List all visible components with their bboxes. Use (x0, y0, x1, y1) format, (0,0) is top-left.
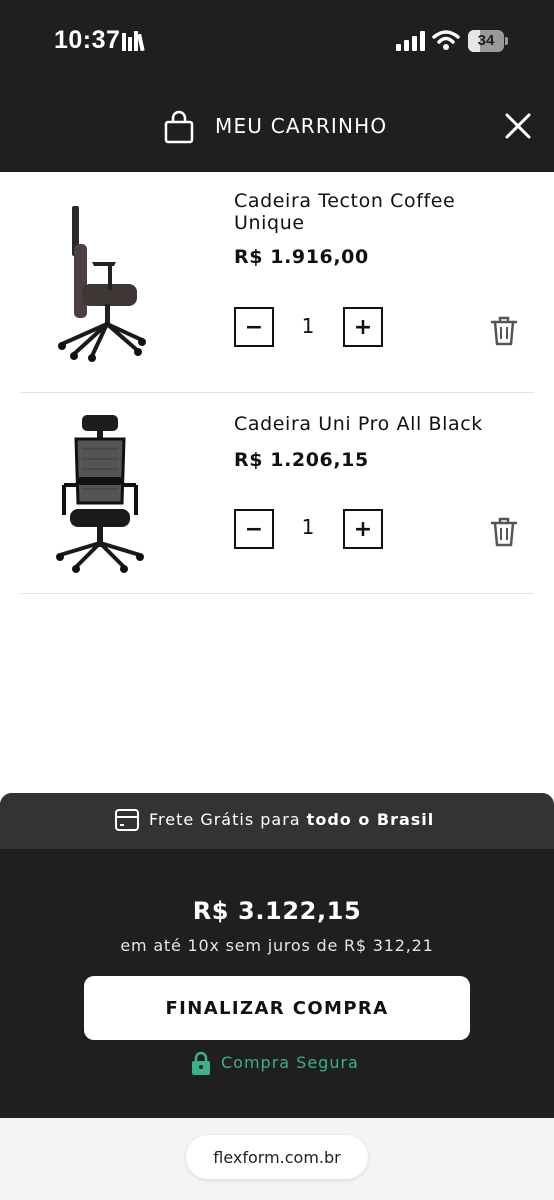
box-icon (114, 808, 140, 836)
battery-cap (505, 37, 508, 45)
address-bar[interactable]: flexform.com.br (186, 1135, 368, 1179)
close-icon (505, 113, 531, 139)
shipping-prefix: Frete Grátis para (149, 810, 301, 829)
library-icon (122, 31, 148, 55)
product-image-tecton-chair[interactable] (52, 204, 148, 368)
shipping-highlight: todo o Brasil (306, 810, 435, 829)
cart-title: MEU CARRINHO (215, 114, 388, 138)
trash-icon (490, 316, 518, 346)
product-image-uni-pro-chair[interactable] (52, 413, 148, 577)
status-bar: 10:37 34 (0, 0, 554, 84)
battery-level: 34 (477, 32, 495, 49)
remove-item-button[interactable] (490, 316, 518, 350)
status-time: 10:37 (54, 26, 121, 54)
installments-text: em até 10x sem juros de R$ 312,21 (120, 936, 434, 955)
browser-bar: flexform.com.br (0, 1118, 554, 1200)
quantity-value: 1 (301, 515, 315, 539)
wifi-icon (432, 29, 460, 55)
shipping-text: Frete Grátis para todo o Brasil (149, 810, 434, 829)
product-price: R$ 1.206,15 (234, 449, 369, 471)
remove-item-button[interactable] (490, 517, 518, 551)
cart-item: Cadeira Uni Pro All Black R$ 1.206,15 − … (20, 393, 534, 594)
secure-purchase: Compra Segura (0, 1050, 554, 1076)
lock-icon (190, 1051, 212, 1079)
increase-quantity-button[interactable]: + (343, 509, 383, 549)
decrease-quantity-button[interactable]: − (234, 307, 274, 347)
decrease-quantity-button[interactable]: − (234, 509, 274, 549)
trash-icon (490, 517, 518, 547)
top-bar: 10:37 34 MEU CARRINHO (0, 0, 554, 172)
free-shipping-banner: Frete Grátis para todo o Brasil (0, 793, 554, 849)
close-button[interactable] (500, 108, 536, 144)
increase-quantity-button[interactable]: + (343, 307, 383, 347)
checkout-panel: Frete Grátis para todo o Brasil R$ 3.122… (0, 793, 554, 1118)
cart-total: R$ 3.122,15 (192, 897, 362, 925)
battery-indicator: 34 (468, 30, 508, 52)
shopping-bag-icon (164, 110, 194, 148)
cart-header: MEU CARRINHO (0, 96, 554, 160)
product-name[interactable]: Cadeira Uni Pro All Black (234, 413, 524, 435)
cellular-signal-icon (396, 31, 426, 55)
checkout-button[interactable]: FINALIZAR COMPRA (84, 976, 470, 1040)
secure-purchase-label: Compra Segura (221, 1053, 359, 1072)
product-name[interactable]: Cadeira Tecton Coffee Unique (234, 190, 524, 234)
cart-item: Cadeira Tecton Coffee Unique R$ 1.916,00… (20, 172, 534, 393)
quantity-value: 1 (301, 314, 315, 338)
product-price: R$ 1.916,00 (234, 246, 369, 268)
